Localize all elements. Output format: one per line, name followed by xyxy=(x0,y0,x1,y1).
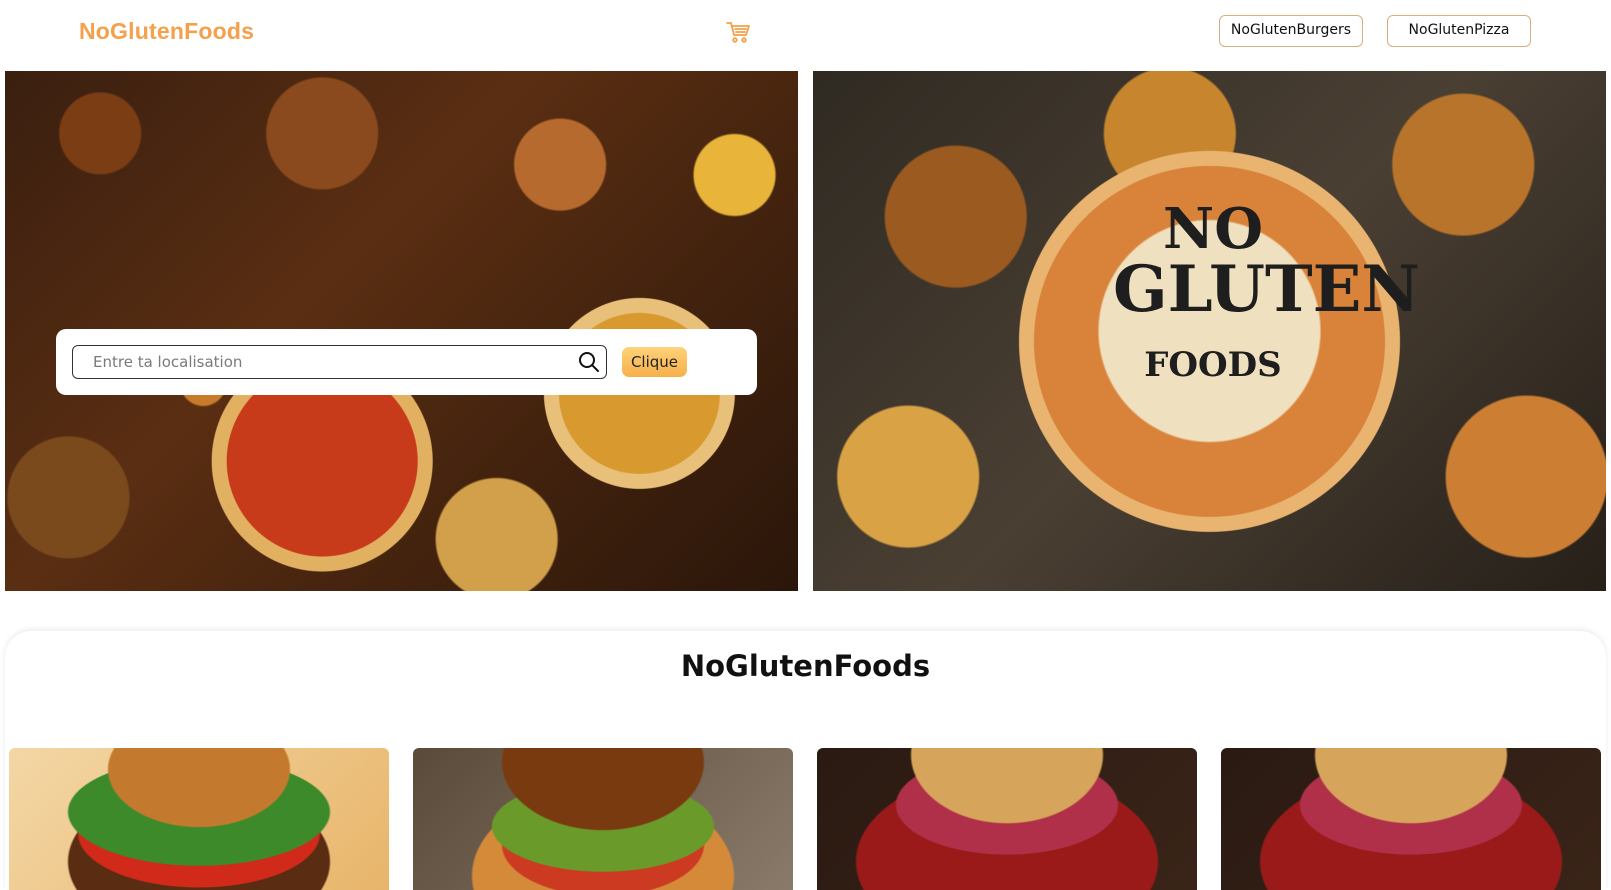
navbar: NoGlutenFoods NoGlutenBurgers NoGlutenPi… xyxy=(0,0,1611,70)
logo-line-foods: FOODS xyxy=(1144,345,1282,385)
product-card-burger[interactable] xyxy=(9,748,389,890)
product-card-red-burger-2[interactable] xyxy=(1221,748,1601,890)
logo-line-no: NO xyxy=(1163,196,1263,262)
location-search-input[interactable] xyxy=(73,346,563,378)
product-card-red-burger[interactable] xyxy=(817,748,1197,890)
no-gluten-foods-logo: NO GLUTEN FOODS xyxy=(1113,196,1420,385)
search-panel: Clique xyxy=(56,329,757,395)
section-title: NoGlutenFoods xyxy=(680,649,931,683)
cart-icon[interactable] xyxy=(725,20,751,44)
nav-button-noglutenpizza[interactable]: NoGlutenPizza xyxy=(1387,15,1531,47)
search-box xyxy=(72,345,607,379)
hero-food-image: Clique xyxy=(5,71,798,591)
logo-line-gluten: GLUTEN xyxy=(1113,252,1420,327)
products-section: NoGlutenFoods xyxy=(5,631,1606,890)
nav-button-noglutenburgers[interactable]: NoGlutenBurgers xyxy=(1219,15,1363,47)
brand-logo[interactable]: NoGlutenFoods xyxy=(79,18,254,45)
search-icon[interactable] xyxy=(578,351,600,373)
product-card-chicken-burger[interactable] xyxy=(413,748,793,890)
clique-button[interactable]: Clique xyxy=(622,347,687,377)
hero-logo-image: NO GLUTEN FOODS xyxy=(813,71,1606,591)
